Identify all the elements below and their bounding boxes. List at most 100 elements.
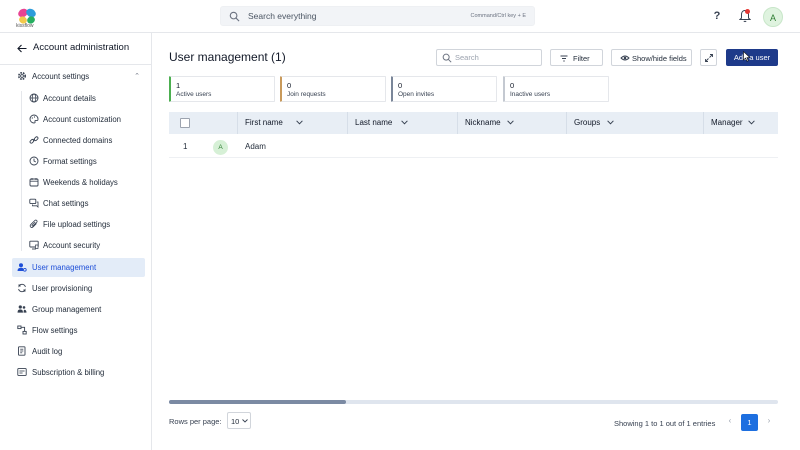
column-header-label: Last name <box>355 118 393 127</box>
show-hide-fields-button[interactable]: Show/hide fields <box>611 49 692 66</box>
help-icon[interactable]: ? <box>711 10 723 22</box>
gear-icon <box>17 71 27 81</box>
stat-card[interactable]: 1 Active users <box>169 76 275 102</box>
pagination-summary: Showing 1 to 1 out of 1 entries <box>614 419 716 428</box>
global-search-input[interactable]: Search everything Command/Ctrl key + E <box>220 6 535 26</box>
stat-caption: Open invites <box>398 91 435 98</box>
scrollbar-thumb[interactable] <box>169 400 346 404</box>
column-header-label: Nickname <box>465 118 501 127</box>
user-search-input[interactable]: Search <box>436 49 542 66</box>
column-separator <box>347 112 348 134</box>
logo-text: kissflow <box>16 23 34 29</box>
column-separator <box>566 112 567 134</box>
sidebar-item-account-security[interactable]: Account security <box>12 236 145 255</box>
chevron-up-icon: ⌃ <box>134 73 140 80</box>
sidebar: Account administration Account settings … <box>0 33 152 450</box>
column-separator <box>703 112 704 134</box>
user-search-placeholder: Search <box>455 53 479 62</box>
column-header-first-name[interactable]: First name <box>237 112 347 134</box>
stat-caption: Join requests <box>287 91 326 98</box>
back-arrow-icon[interactable] <box>17 44 27 53</box>
stat-caption: Inactive users <box>510 91 551 98</box>
globe-icon <box>29 93 39 103</box>
sidebar-section-label: Account settings <box>32 72 90 81</box>
horizontal-scrollbar[interactable] <box>169 400 778 404</box>
chevron-down-icon[interactable] <box>748 120 755 125</box>
sidebar-item-connected-domains[interactable]: Connected domains <box>12 131 145 150</box>
rows-per-page-label: Rows per page: <box>169 417 222 426</box>
rows-per-page-select[interactable]: 10 <box>227 412 251 429</box>
table-row[interactable]: 1 A Adam <box>169 136 778 158</box>
filter-button[interactable]: Filter <box>550 49 603 66</box>
billing-icon <box>17 368 27 376</box>
sidebar-item-flow-settings[interactable]: Flow settings <box>12 321 145 340</box>
current-page-button[interactable]: 1 <box>741 414 758 431</box>
sidebar-item-weekends-holidays[interactable]: Weekends & holidays <box>12 173 145 192</box>
chevron-down-icon[interactable] <box>606 120 614 125</box>
sidebar-item-label: Account security <box>43 241 101 250</box>
sidebar-item-user-management[interactable]: User management <box>12 258 145 277</box>
stat-card[interactable]: 0 Inactive users <box>503 76 609 102</box>
flow-icon <box>17 325 27 335</box>
clock-icon <box>29 156 39 166</box>
stat-card[interactable]: 0 Open invites <box>391 76 497 102</box>
rows-per-page-value: 10 <box>231 417 240 426</box>
page-title: User management (1) <box>169 50 286 64</box>
expand-icon <box>705 54 713 62</box>
column-header-label: Manager <box>711 118 743 127</box>
next-page-icon[interactable]: › <box>763 416 775 428</box>
previous-page-icon[interactable]: ‹ <box>724 416 736 428</box>
sidebar-section-account-settings[interactable]: Account settings ⌃ <box>12 67 145 86</box>
sidebar-item-label: User management <box>32 263 97 272</box>
column-header-nickname[interactable]: Nickname <box>457 112 566 134</box>
mouse-cursor-icon <box>743 51 751 62</box>
sidebar-item-group-management[interactable]: Group management <box>12 300 145 319</box>
stat-caption: Active users <box>176 91 212 98</box>
palette-icon <box>29 114 39 124</box>
column-header-manager[interactable]: Manager <box>703 112 778 134</box>
search-placeholder: Search everything <box>248 11 317 21</box>
sidebar-item-account-details[interactable]: Account details <box>12 89 145 108</box>
sidebar-item-label: Subscription & billing <box>32 368 105 377</box>
column-header-last-name[interactable]: Last name <box>347 112 457 134</box>
user-avatar[interactable]: A <box>763 7 783 27</box>
column-separator <box>457 112 458 134</box>
column-header-label: Groups <box>574 118 601 127</box>
sidebar-item-label: File upload settings <box>43 220 111 229</box>
sidebar-divider <box>0 64 151 65</box>
stat-count: 0 <box>510 81 515 90</box>
sidebar-item-user-provisioning[interactable]: User provisioning <box>12 279 145 298</box>
filter-icon <box>560 55 568 62</box>
show-hide-fields-label: Show/hide fields <box>632 54 687 63</box>
first-name-cell: Adam <box>245 142 266 151</box>
add-user-button[interactable]: Add a user <box>726 49 778 66</box>
sidebar-item-file-upload-settings[interactable]: File upload settings <box>12 215 145 234</box>
expand-button[interactable] <box>700 49 717 66</box>
search-shortcut-hint: Command/Ctrl key + E <box>470 13 526 19</box>
chat-icon <box>29 198 39 208</box>
sidebar-item-chat-settings[interactable]: Chat settings <box>12 194 145 213</box>
sidebar-item-account-customization[interactable]: Account customization <box>12 110 145 129</box>
stat-count: 1 <box>176 81 181 90</box>
chevron-down-icon[interactable] <box>507 120 514 125</box>
sync-icon <box>18 283 26 293</box>
select-all-checkbox[interactable] <box>180 118 190 128</box>
column-header-groups[interactable]: Groups <box>566 112 703 134</box>
sidebar-item-format-settings[interactable]: Format settings <box>12 152 145 171</box>
sidebar-item-label: Flow settings <box>32 326 78 335</box>
row-index: 1 <box>183 142 188 151</box>
search-icon <box>442 53 452 63</box>
chevron-down-icon[interactable] <box>401 120 409 125</box>
chevron-down-icon[interactable] <box>296 120 303 125</box>
sidebar-item-label: Group management <box>32 305 102 314</box>
sidebar-item-audit-log[interactable]: Audit log <box>12 342 145 361</box>
audit-log-icon <box>18 346 26 356</box>
sidebar-item-label: Account customization <box>43 115 122 124</box>
column-separator <box>237 112 238 134</box>
sidebar-item-subscription-billing[interactable]: Subscription & billing <box>12 363 145 382</box>
top-bar: kissflow Search everything Command/Ctrl … <box>0 0 800 33</box>
notification-badge <box>745 9 750 14</box>
user-gear-icon <box>17 263 27 272</box>
stat-count: 0 <box>398 81 403 90</box>
stat-card[interactable]: 0 Join requests <box>280 76 386 102</box>
